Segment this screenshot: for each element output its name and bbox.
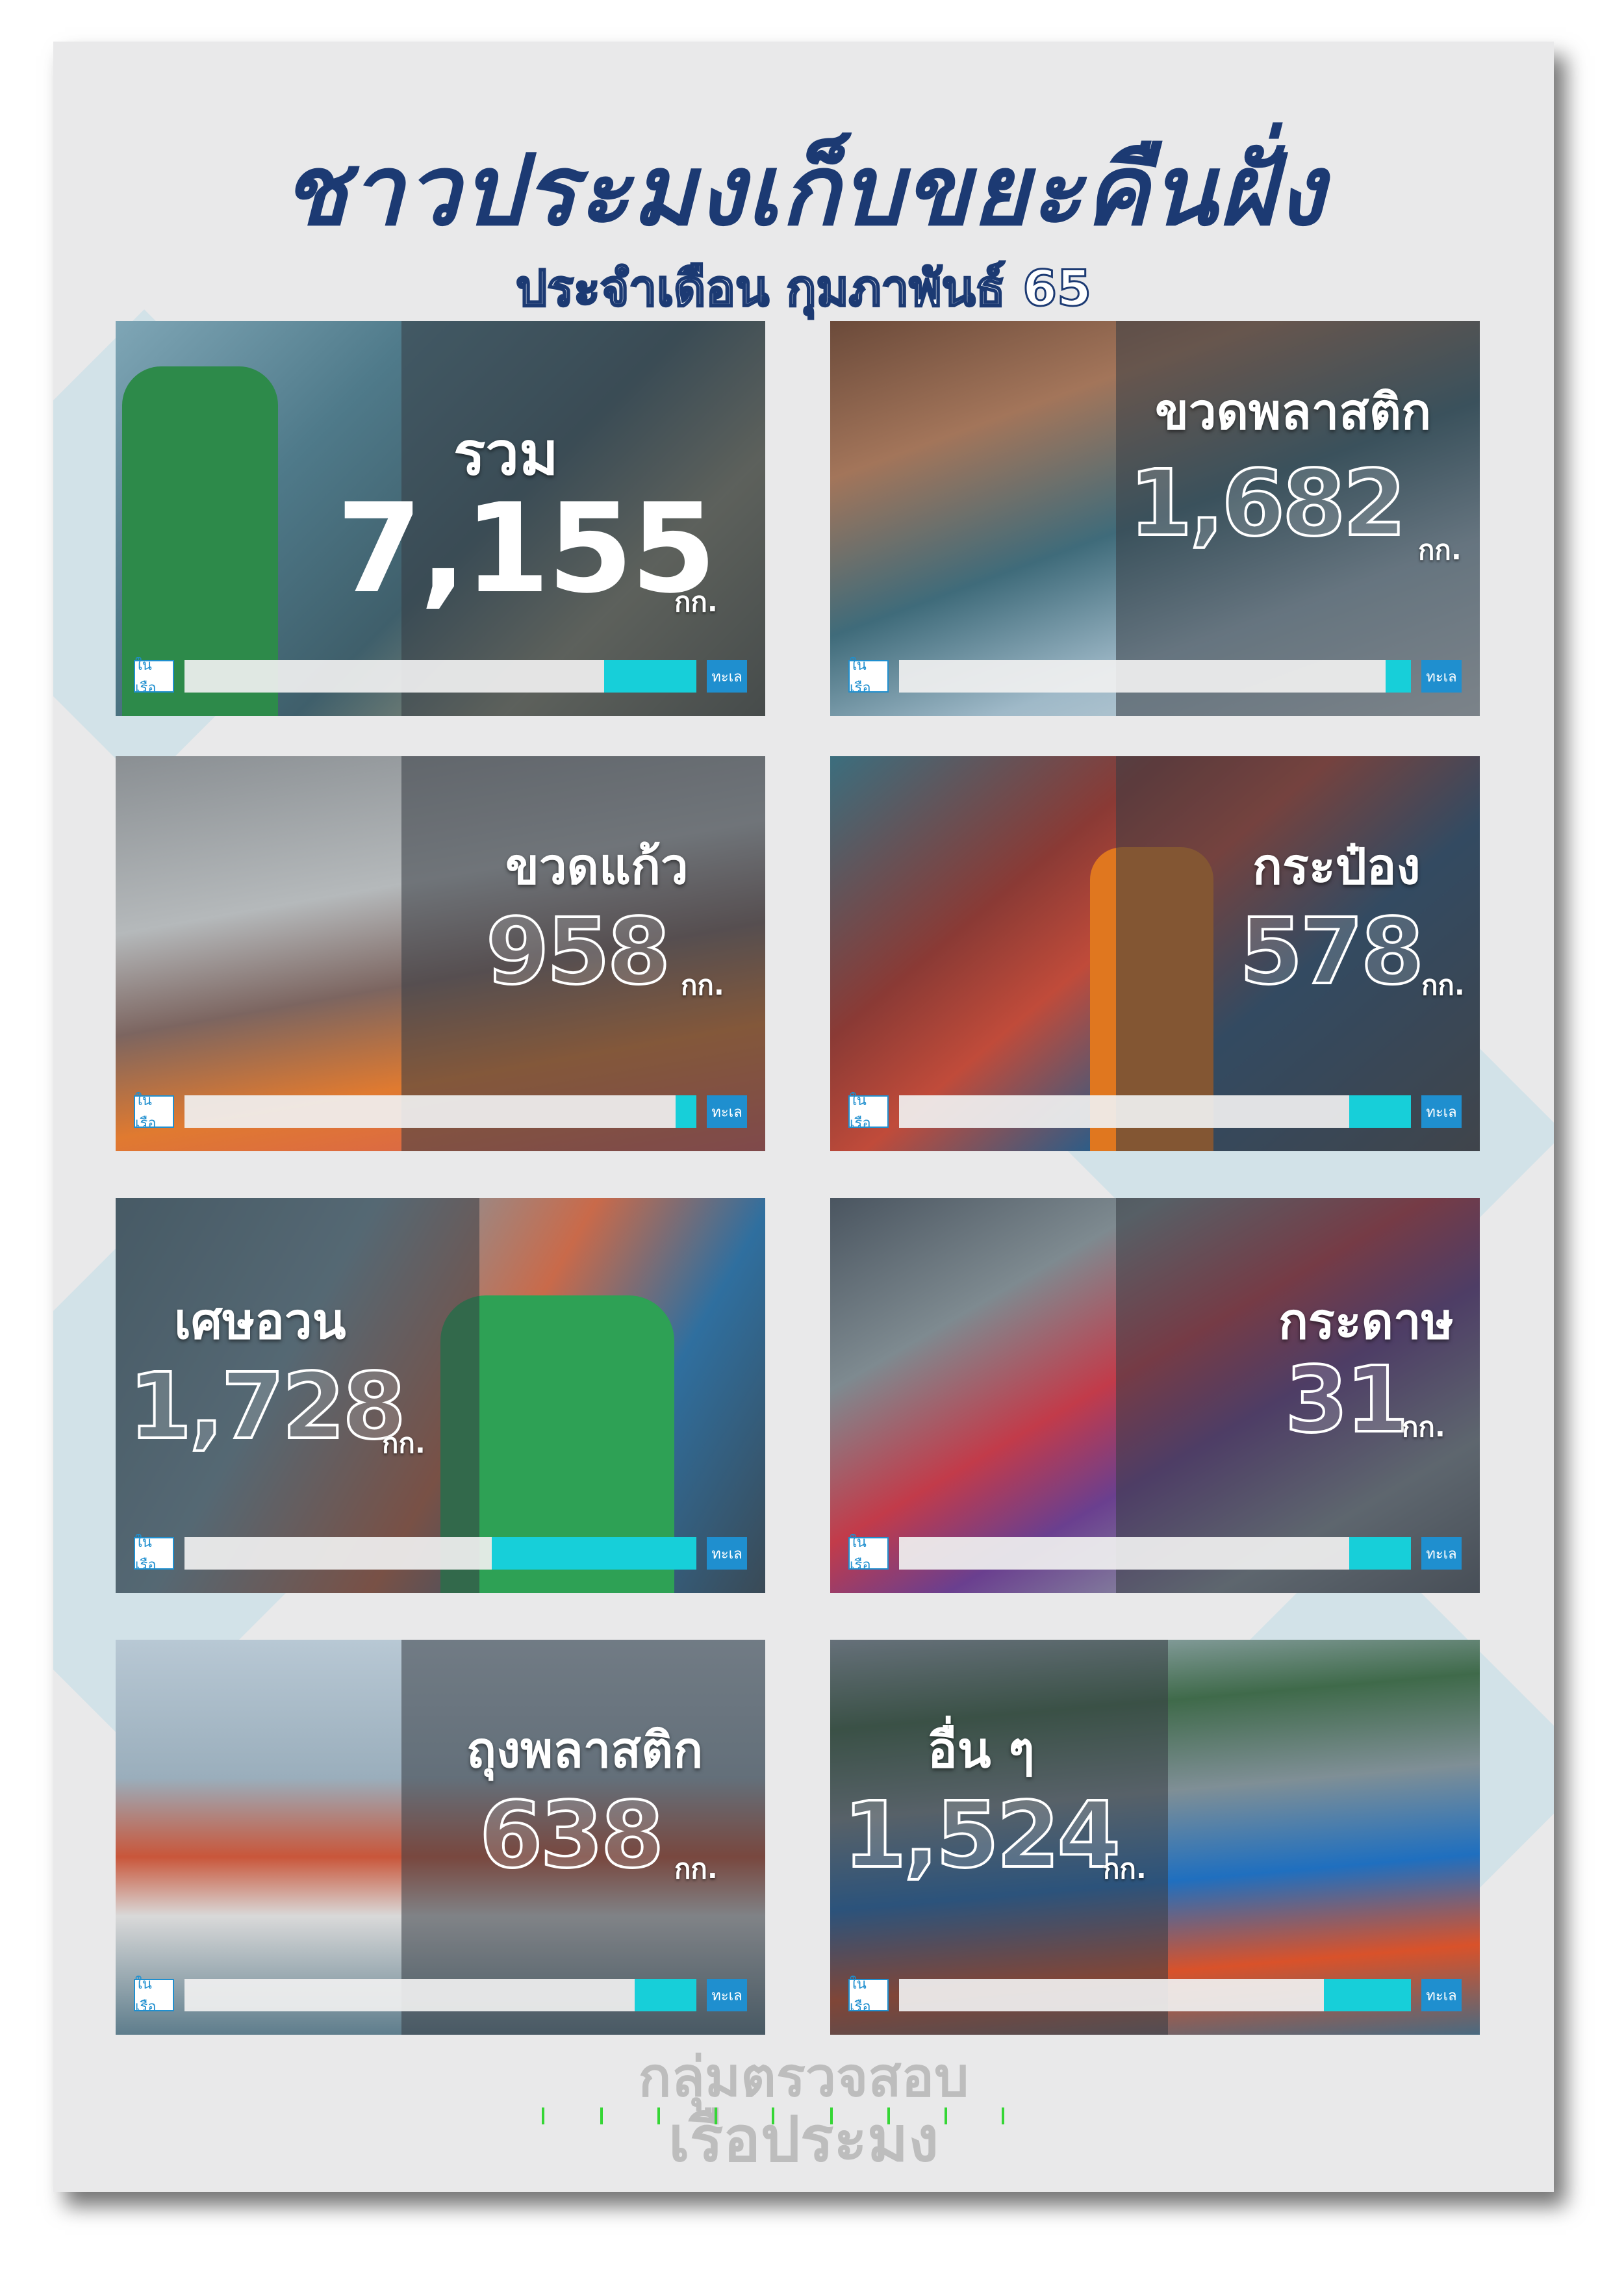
footer-logo: กลุ่มตรวจสอบ เรือประมง — [53, 2046, 1554, 2171]
in-boat-label: ในเรือ — [134, 657, 174, 696]
card-label: อื่น ๆ — [928, 1721, 1035, 1779]
card-value: 1,728 — [127, 1353, 407, 1461]
card-unit: กก. — [1421, 969, 1465, 1001]
progress-track — [184, 1537, 696, 1570]
progress-track — [899, 660, 1411, 693]
sea-label: ทะเล — [1421, 1537, 1462, 1570]
poster-title: ชาวประมงเก็บขยะคืนฝั่ง — [281, 134, 1326, 248]
progress-fill — [604, 660, 696, 693]
progress-fill — [1349, 1537, 1411, 1570]
sea-label: ทะเล — [707, 1979, 747, 2011]
card-unit: กก. — [681, 969, 724, 1001]
stat-card-cans: กระป๋อง 578 กก. ในเรือ ทะเล — [830, 756, 1480, 1151]
sea-label: ทะเล — [707, 660, 747, 693]
card-unit: กก. — [382, 1427, 425, 1459]
progress-fill — [1385, 660, 1411, 693]
card-value: 958 — [485, 898, 672, 1006]
logo-line-1: กลุ่มตรวจสอบ — [638, 2045, 969, 2109]
in-boat-label: ในเรือ — [848, 657, 889, 696]
in-boat-label: ในเรือ — [134, 1534, 174, 1573]
card-label: ถุงพลาสติก — [466, 1721, 704, 1779]
logo-decoration — [945, 2107, 947, 2124]
progress-fill — [635, 1979, 696, 2011]
stat-card-total: รวม 7,155 กก. ในเรือ ทะเล — [116, 321, 765, 716]
in-boat-label: ในเรือ — [134, 1976, 174, 2015]
card-label: กระป๋อง — [1252, 837, 1421, 895]
in-boat-label: ในเรือ — [848, 1976, 889, 2015]
card-unit: กก. — [1402, 1411, 1445, 1443]
progress-track — [899, 1979, 1411, 2011]
logo-decoration — [1002, 2107, 1004, 2124]
logo-decoration — [600, 2107, 603, 2124]
progress-fill — [491, 1537, 696, 1570]
card-label: ขวดพลาสติก — [1155, 383, 1432, 440]
card-value: 1,682 — [1128, 450, 1408, 558]
infographic-poster: ชาวประมงเก็บขยะคืนฝั่ง ประจำเดือน กุมภาพ… — [53, 42, 1554, 2192]
stat-card-glass-bottles: ขวดแก้ว 958 กก. ในเรือ ทะเล — [116, 756, 765, 1151]
stat-card-paper: กระดาษ 31 กก. ในเรือ ทะเล — [830, 1198, 1480, 1593]
logo-line-2: เรือประมง — [668, 2103, 939, 2176]
sea-label: ทะเล — [1421, 660, 1462, 693]
stat-card-plastic-bottles: ขวดพลาสติก 1,682 กก. ในเรือ ทะเล — [830, 321, 1480, 716]
card-unit: กก. — [1418, 534, 1462, 566]
sea-label: ทะเล — [1421, 1979, 1462, 2011]
stat-card-other: อื่น ๆ 1,524 กก. ในเรือ ทะเล — [830, 1640, 1480, 2035]
card-label: ขวดแก้ว — [505, 837, 689, 895]
card-value: 578 — [1238, 898, 1425, 1006]
card-unit: กก. — [674, 586, 718, 618]
progress-track — [184, 660, 696, 693]
progress-track — [184, 1095, 696, 1128]
sea-label: ทะเล — [707, 1095, 747, 1128]
logo-decoration — [657, 2107, 660, 2124]
progress-fill — [676, 1095, 696, 1128]
progress-track — [899, 1095, 1411, 1128]
logo-decoration — [715, 2107, 717, 2124]
logo-decoration — [772, 2107, 774, 2124]
card-label: เศษอวน — [174, 1292, 346, 1350]
progress-track — [184, 1979, 696, 2011]
progress-fill — [1324, 1979, 1411, 2011]
stat-card-plastic-bags: ถุงพลาสติก 638 กก. ในเรือ ทะเล — [116, 1640, 765, 2035]
progress-fill — [1349, 1095, 1411, 1128]
progress-track — [899, 1537, 1411, 1570]
card-value: 1,524 — [842, 1781, 1122, 1890]
logo-decoration — [830, 2107, 833, 2124]
sea-label: ทะเล — [707, 1537, 747, 1570]
poster-subtitle: ประจำเดือน กุมภาพันธ์ 65 — [514, 259, 1092, 318]
in-boat-label: ในเรือ — [848, 1534, 889, 1573]
stat-card-fishing-nets: เศษอวน 1,728 กก. ในเรือ ทะเล — [116, 1198, 765, 1593]
logo-decoration — [887, 2107, 890, 2124]
card-value: 31 — [1284, 1346, 1410, 1455]
sea-label: ทะเล — [1421, 1095, 1462, 1128]
in-boat-label: ในเรือ — [134, 1093, 174, 1132]
in-boat-label: ในเรือ — [848, 1093, 889, 1132]
card-unit: กก. — [674, 1853, 718, 1885]
card-value: 638 — [478, 1781, 665, 1890]
card-unit: กก. — [1103, 1853, 1147, 1885]
card-value: 7,155 — [336, 477, 717, 620]
logo-decoration — [542, 2107, 544, 2124]
